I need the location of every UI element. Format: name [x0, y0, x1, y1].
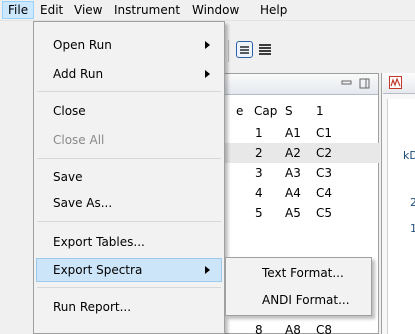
panel-header — [223, 74, 378, 95]
menu-separator — [37, 158, 221, 159]
menu-item-label: Export Spectra — [53, 263, 143, 277]
list-view-icon[interactable] — [236, 41, 253, 58]
app-window: File Edit View Instrument Window Help e … — [0, 0, 415, 334]
table-cell: C2 — [316, 146, 333, 160]
axis-tick-1: 1 — [410, 222, 415, 235]
menu-item-add-run[interactable]: Add Run — [36, 62, 222, 86]
column-header: S — [285, 104, 293, 118]
menu-item-run-report[interactable]: Run Report... — [36, 295, 222, 319]
table-cell: 1 — [255, 126, 263, 140]
menu-bar: File Edit View Instrument Window Help — [0, 0, 415, 21]
menu-instrument[interactable]: Instrument — [109, 1, 185, 19]
table-cell: 3 — [255, 166, 263, 180]
axis-label-kd: kD — [403, 149, 415, 162]
table-cell: C5 — [316, 206, 333, 220]
submenu-arrow-icon — [205, 41, 210, 49]
menu-item-andi-format[interactable]: ANDI Format... — [228, 288, 369, 312]
table-row[interactable]: 2 A2 C2 — [223, 143, 380, 163]
menu-help[interactable]: Help — [255, 1, 292, 19]
menu-item-export-spectra[interactable]: Export Spectra — [36, 258, 222, 282]
menu-item-save[interactable]: Save — [36, 165, 222, 189]
table-cell: 5 — [255, 206, 263, 220]
spectrum-panel: kD 2 1 — [381, 73, 415, 334]
menu-item-label: Add Run — [53, 67, 104, 81]
submenu-arrow-icon — [205, 70, 210, 78]
menu-view[interactable]: View — [69, 1, 107, 19]
column-header: 1 — [316, 104, 324, 118]
menu-separator — [37, 221, 221, 222]
table-cell: A8 — [285, 323, 301, 334]
table-cell: A5 — [285, 206, 301, 220]
table-cell: 8 — [255, 323, 263, 334]
menu-item-close[interactable]: Close — [36, 99, 222, 123]
column-header: Cap — [254, 104, 278, 118]
table-row[interactable]: 1 A1 C1 — [223, 123, 380, 143]
menu-item-export-tables[interactable]: Export Tables... — [36, 230, 222, 254]
column-header: e — [236, 104, 244, 118]
file-menu: Open Run Add Run Close Close All Save Sa… — [33, 21, 225, 334]
table-cell: A1 — [285, 126, 301, 140]
table-cell: C4 — [316, 186, 333, 200]
table-cell: C1 — [316, 126, 333, 140]
table-row[interactable]: 4 A4 C4 — [223, 183, 380, 203]
table-cell: A4 — [285, 186, 301, 200]
detail-list-icon[interactable] — [258, 42, 272, 56]
menu-item-save-as[interactable]: Save As... — [36, 191, 222, 215]
table-row[interactable]: 5 A5 C5 — [223, 203, 380, 223]
menu-window[interactable]: Window — [187, 1, 244, 19]
minimize-icon[interactable] — [341, 78, 352, 89]
menu-separator — [37, 287, 221, 288]
chart-icon — [389, 76, 402, 89]
menu-separator — [37, 91, 221, 92]
table-row[interactable]: 8 A8 C8 — [223, 320, 380, 334]
menu-item-close-all: Close All — [53, 133, 105, 147]
table-cell: C3 — [316, 166, 333, 180]
menu-item-open-run[interactable]: Open Run — [36, 33, 222, 57]
table-header-row: e Cap S 1 — [223, 101, 380, 121]
spectrum-content: kD 2 1 — [387, 99, 415, 334]
submenu-arrow-icon — [205, 266, 210, 274]
table-cell: 4 — [255, 186, 263, 200]
table-cell: C8 — [316, 323, 333, 334]
menu-edit[interactable]: Edit — [35, 1, 68, 19]
export-spectra-submenu: Text Format... ANDI Format... — [225, 257, 372, 316]
menu-item-label: Open Run — [53, 38, 112, 52]
axis-tick-2: 2 — [410, 196, 415, 209]
menu-item-text-format[interactable]: Text Format... — [228, 261, 369, 285]
table-cell: 2 — [255, 146, 263, 160]
table-cell: A2 — [285, 146, 301, 160]
menu-file[interactable]: File — [2, 1, 35, 19]
table-cell: A3 — [285, 166, 301, 180]
toolbar-separator — [228, 40, 229, 62]
spectrum-panel-tab[interactable] — [383, 73, 415, 94]
table-row[interactable]: 3 A3 C3 — [223, 163, 380, 183]
restore-icon[interactable] — [359, 78, 370, 89]
